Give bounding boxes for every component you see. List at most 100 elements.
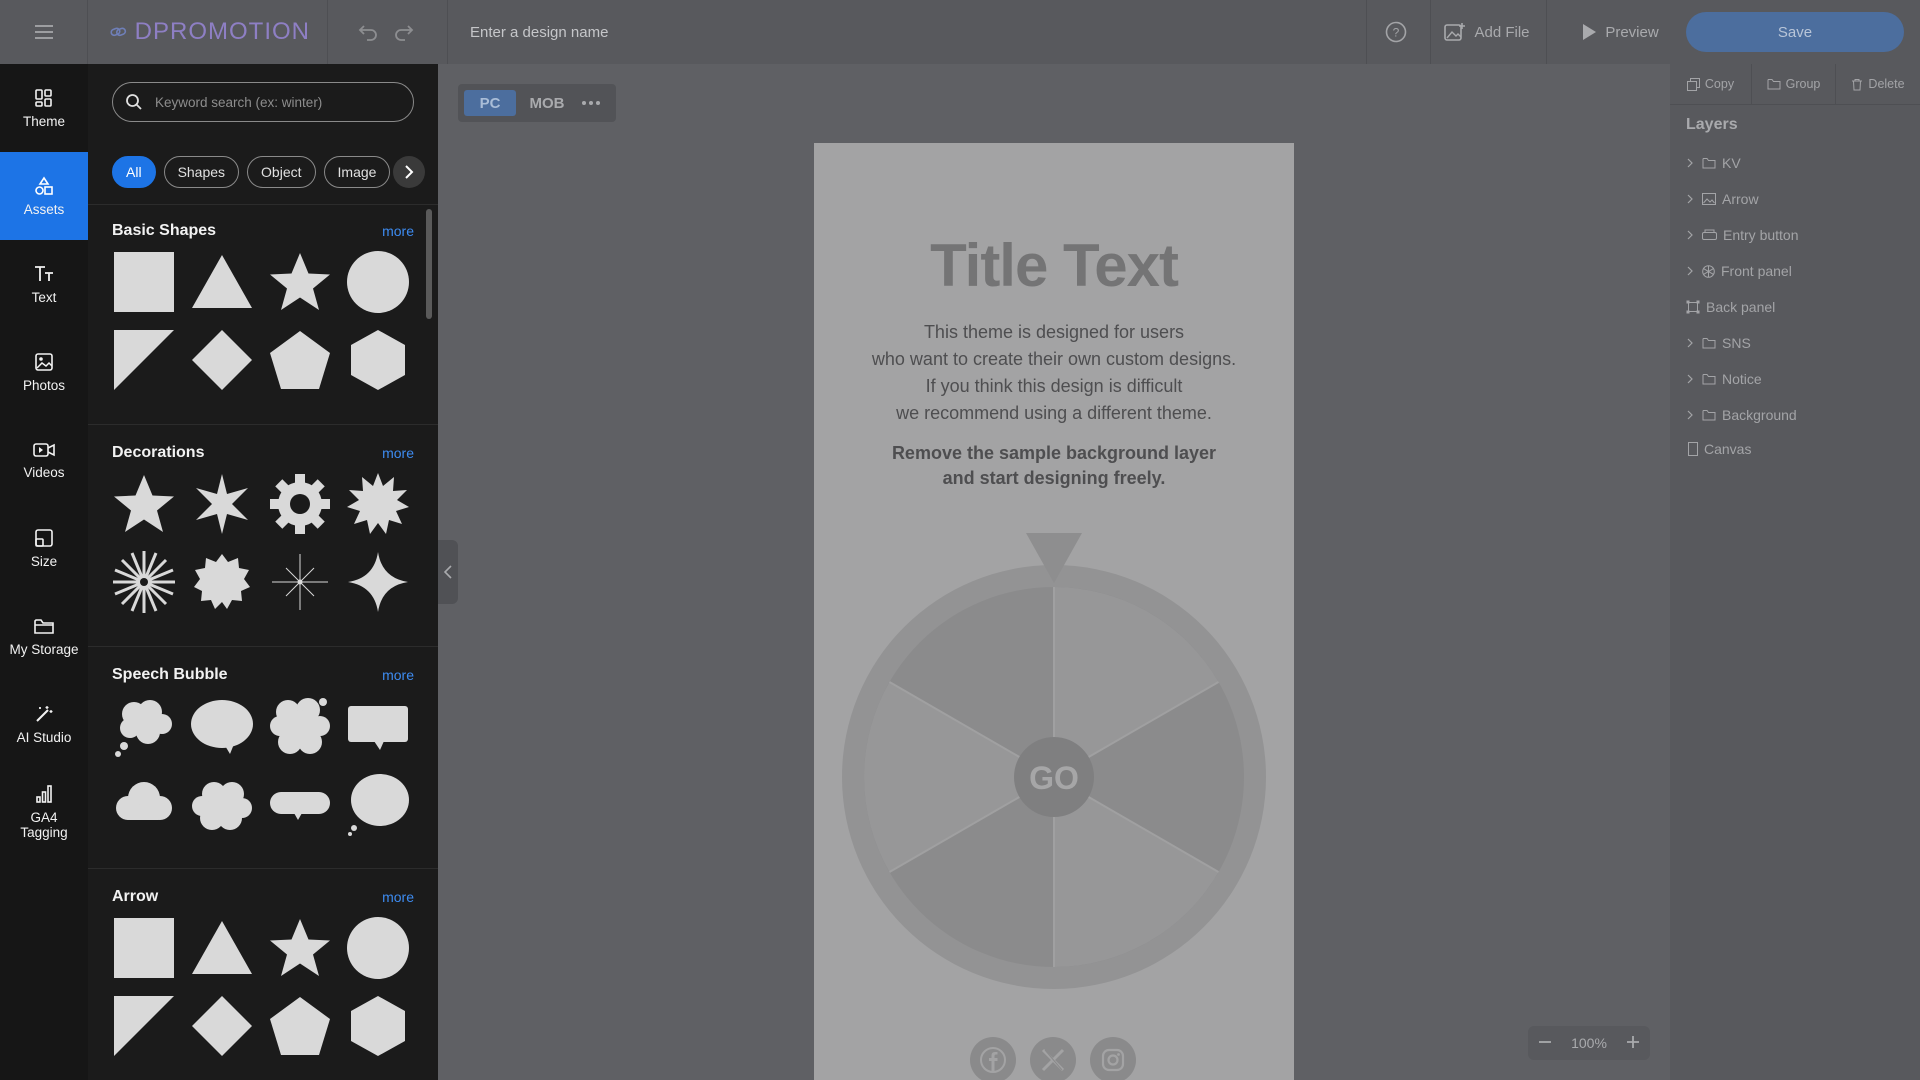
- burst-decoration[interactable]: [346, 472, 410, 536]
- layer-item[interactable]: Back panel: [1686, 294, 1775, 320]
- asset-search-box[interactable]: [112, 82, 414, 122]
- help-button[interactable]: ?: [1366, 0, 1426, 64]
- group-button[interactable]: Group: [1752, 64, 1836, 104]
- star-shape[interactable]: [268, 916, 332, 980]
- design-name-input[interactable]: [470, 18, 1070, 46]
- circle-shape[interactable]: [346, 250, 410, 314]
- more-link[interactable]: more: [382, 223, 414, 239]
- square-shape[interactable]: [112, 916, 176, 980]
- rail-item-theme[interactable]: Theme: [0, 64, 88, 152]
- panel-scrollbar[interactable]: [426, 209, 432, 319]
- rail-item-size[interactable]: Size: [0, 504, 88, 592]
- round-bubble[interactable]: [346, 772, 410, 836]
- rectangle-bubble[interactable]: [346, 694, 410, 758]
- delete-label: Delete: [1868, 77, 1905, 91]
- triangle-shape[interactable]: [190, 916, 254, 980]
- rail-label: Theme: [22, 113, 66, 129]
- pill-bubble[interactable]: [268, 772, 332, 836]
- design-artboard[interactable]: Title Text This theme is designed for us…: [814, 143, 1294, 1080]
- square-shape[interactable]: [112, 250, 176, 314]
- delete-button[interactable]: Delete: [1836, 64, 1920, 104]
- rail-item-ai-studio[interactable]: AI Studio: [0, 680, 88, 768]
- layer-item[interactable]: Entry button: [1684, 222, 1799, 248]
- oval-bubble[interactable]: [190, 694, 254, 758]
- chip-all[interactable]: All: [112, 156, 156, 188]
- cloud-shape-bubble[interactable]: [112, 772, 176, 836]
- save-button[interactable]: Save: [1686, 12, 1904, 52]
- device-toggle: PC MOB: [458, 84, 616, 122]
- thought-bubble[interactable]: [112, 694, 176, 758]
- layer-item[interactable]: KV: [1684, 150, 1741, 176]
- emphasis-text[interactable]: Remove the sample background layer and s…: [814, 441, 1294, 491]
- four-point-star-decoration[interactable]: [346, 550, 410, 614]
- rail-item-my-storage[interactable]: My Storage: [0, 592, 88, 680]
- chip-image[interactable]: Image: [323, 156, 391, 188]
- sunburst-decoration[interactable]: [112, 550, 176, 614]
- more-link[interactable]: more: [382, 667, 414, 683]
- layer-item[interactable]: Notice: [1684, 366, 1762, 392]
- chevron-right-icon[interactable]: [1684, 194, 1696, 204]
- facebook-icon[interactable]: [970, 1037, 1016, 1080]
- sparkle-thin-decoration[interactable]: [268, 550, 332, 614]
- layer-item[interactable]: Canvas: [1688, 436, 1751, 462]
- description-text[interactable]: This theme is designed for users who wan…: [814, 319, 1294, 427]
- layer-item[interactable]: Background: [1684, 402, 1797, 428]
- more-link[interactable]: more: [382, 445, 414, 461]
- rail-item-text[interactable]: Text: [0, 240, 88, 328]
- chip-object[interactable]: Object: [247, 156, 316, 188]
- collapse-panel-button[interactable]: [438, 540, 458, 604]
- copy-button[interactable]: Copy: [1670, 64, 1752, 104]
- add-file-button[interactable]: Add File: [1432, 0, 1542, 64]
- more-options-button[interactable]: [576, 90, 606, 116]
- diamond-shape[interactable]: [190, 994, 254, 1058]
- svg-text:?: ?: [1393, 26, 1400, 40]
- circle-shape[interactable]: [346, 916, 410, 980]
- hexagon-shape[interactable]: [346, 328, 410, 392]
- layer-item[interactable]: SNS: [1684, 330, 1751, 356]
- zoom-in-button[interactable]: [1626, 1035, 1640, 1052]
- preview-button[interactable]: Preview: [1560, 0, 1680, 64]
- rail-item-videos[interactable]: Videos: [0, 416, 88, 504]
- pentagon-shape[interactable]: [268, 994, 332, 1058]
- right-triangle-shape[interactable]: [112, 994, 176, 1058]
- pentagon-shape[interactable]: [268, 328, 332, 392]
- rail-item-ga4-tagging[interactable]: GA4 Tagging: [0, 768, 88, 856]
- asset-search-input[interactable]: [153, 93, 393, 111]
- cloud-bubble[interactable]: [268, 694, 332, 758]
- hamburger-menu-button[interactable]: [0, 0, 88, 64]
- device-mob-button[interactable]: MOB: [524, 90, 570, 116]
- chevron-right-icon[interactable]: [1684, 266, 1696, 276]
- chips-next-button[interactable]: [393, 156, 425, 188]
- diamond-shape[interactable]: [190, 328, 254, 392]
- right-triangle-shape[interactable]: [112, 328, 176, 392]
- instagram-icon[interactable]: [1090, 1037, 1136, 1080]
- layer-item[interactable]: Front panel: [1684, 258, 1792, 284]
- redo-button[interactable]: [388, 0, 420, 64]
- title-text[interactable]: Title Text: [814, 231, 1294, 300]
- zoom-out-button[interactable]: [1538, 1035, 1552, 1052]
- videos-icon: [33, 442, 55, 457]
- chevron-right-icon[interactable]: [1684, 158, 1696, 168]
- more-link[interactable]: more: [382, 889, 414, 905]
- rail-item-assets[interactable]: Assets: [0, 152, 88, 240]
- star-shape[interactable]: [268, 250, 332, 314]
- rail-item-photos[interactable]: Photos: [0, 328, 88, 416]
- hexagon-shape[interactable]: [346, 994, 410, 1058]
- chevron-right-icon[interactable]: [1684, 338, 1696, 348]
- undo-button[interactable]: [352, 0, 384, 64]
- star-decoration[interactable]: [112, 472, 176, 536]
- triangle-shape[interactable]: [190, 250, 254, 314]
- gear-decoration[interactable]: [268, 472, 332, 536]
- chevron-right-icon[interactable]: [1684, 230, 1696, 240]
- layer-item[interactable]: Arrow: [1684, 186, 1759, 212]
- six-point-star-decoration[interactable]: [190, 472, 254, 536]
- chevron-right-icon[interactable]: [1684, 410, 1696, 420]
- device-pc-button[interactable]: PC: [464, 90, 516, 116]
- chip-shapes[interactable]: Shapes: [163, 156, 240, 188]
- chevron-right-icon[interactable]: [1684, 374, 1696, 384]
- section-title: Speech Bubble: [112, 666, 228, 683]
- x-icon[interactable]: [1030, 1037, 1076, 1080]
- puffy-cloud-bubble[interactable]: [190, 772, 254, 836]
- roulette-wheel[interactable]: GO: [838, 533, 1270, 993]
- seal-decoration[interactable]: [190, 550, 254, 614]
